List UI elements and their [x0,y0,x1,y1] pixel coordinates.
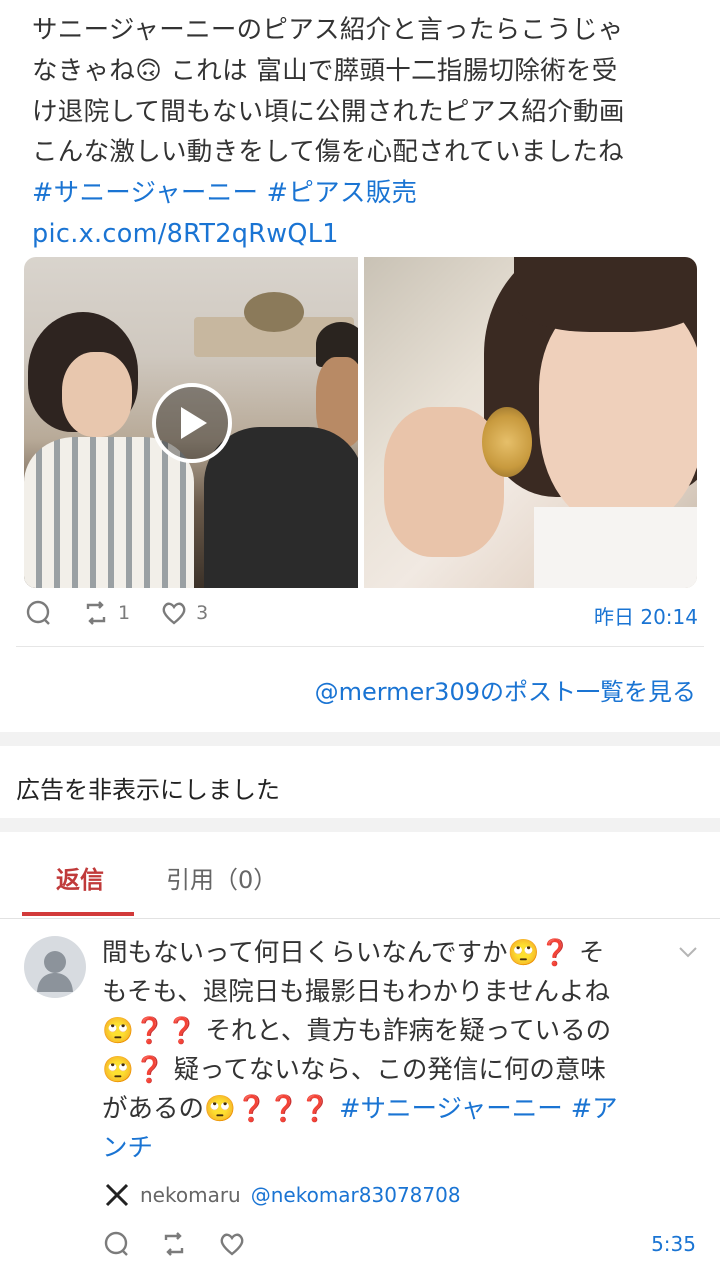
ad-hidden-notice: 広告を非表示にしました [16,776,280,804]
reply-author[interactable]: nekomaru @nekomar83078708 [104,1182,461,1208]
heart-icon [162,602,186,625]
reply-button[interactable] [24,599,52,627]
tab-replies[interactable]: 返信 [24,860,136,895]
reply-line-1: 間もないって何日くらいなんですか🙄❓ そ [102,938,605,968]
top-white [533,507,697,588]
x-logo-icon [105,1183,129,1207]
reply-tabs: 返信 引用（0） [0,846,720,918]
reply-actions [102,1230,246,1258]
section-gap [0,818,720,832]
tabs-divider [0,918,720,919]
bg-plants [244,292,304,332]
avatar[interactable] [24,936,86,998]
post-text-line-4: こんな激しい動きをして傷を心配されていましたね [32,137,624,168]
avatar-placeholder-icon [37,951,73,992]
post-actions: 1 3 昨日 20:14 [24,596,698,630]
post-text: サニージャーニーのピアス紹介と言ったらこうじゃ なきゃね🙃 これは 富山で膵頭十… [32,10,692,255]
active-tab-indicator [22,912,134,916]
reply-hashtags[interactable]: #サニージャーニー #ア [339,1094,618,1124]
author-name: nekomaru [140,1183,241,1207]
post-hashtags[interactable]: #サニージャーニー #ピアス販売 [32,173,692,214]
retweet-icon [86,601,106,625]
media-grid [24,257,697,588]
retweet-icon[interactable] [160,1230,188,1258]
reply-item: 間もないって何日くらいなんですか🙄❓ そ もそも、退院日も撮影日もわかりませんよ… [0,920,720,1280]
video-thumbnail[interactable] [24,257,358,588]
reply-text: 間もないって何日くらいなんですか🙄❓ そ もそも、退院日も撮影日もわかりませんよ… [102,934,692,1168]
divider [16,646,704,647]
reply-line-2: もそも、退院日も撮影日もわかりませんよね [102,977,610,1007]
retweet-count: 1 [118,602,131,624]
reply-line-4: 🙄❓ 疑ってないなら、この発信に何の意味 [102,1055,606,1085]
like-button[interactable]: 3 [160,599,208,627]
reply-icon[interactable] [102,1230,130,1258]
tab-quotes[interactable]: 引用（0） [166,860,277,895]
reply-line-5: があるの🙄❓❓❓ #サニージャーニー #ア [102,1090,692,1129]
more-posts-link[interactable]: @mermer309のポスト一覧を見る [315,672,696,707]
person-left-shirt [24,437,194,588]
play-button[interactable] [152,383,232,463]
section-gap [0,732,720,746]
reply-timestamp[interactable]: 5:35 [651,1232,696,1256]
earring [481,407,532,477]
play-icon [181,407,207,439]
reply-line-3: 🙄❓❓ それと、貴方も詐病を疑っているの [102,1016,612,1046]
retweet-button[interactable]: 1 [82,599,130,627]
reply-line-5-text: があるの🙄❓❓❓ [102,1094,340,1124]
person-right-shirt [204,427,358,588]
post-text-line-3: け退院して間もない頃に公開されたピアス紹介動画 [32,96,625,127]
media-link[interactable]: pic.x.com/8RT2qRwQL1 [32,214,692,255]
heart-icon[interactable] [218,1230,246,1258]
reply-icon [26,600,50,625]
post-text-line-2: なきゃね🙃 これは 富山で膵頭十二指腸切除術を受 [32,55,618,86]
woman-fringe [513,257,697,332]
image-thumbnail[interactable] [363,257,697,588]
reply-hashtag-tail[interactable]: ンチ [102,1129,692,1168]
author-handle[interactable]: @nekomar83078708 [251,1183,461,1207]
post-text-line-1: サニージャーニーのピアス紹介と言ったらこうじゃ [32,15,624,45]
like-count: 3 [196,602,209,624]
post-timestamp[interactable]: 昨日 20:14 [594,601,698,630]
person-left-face [62,352,132,437]
